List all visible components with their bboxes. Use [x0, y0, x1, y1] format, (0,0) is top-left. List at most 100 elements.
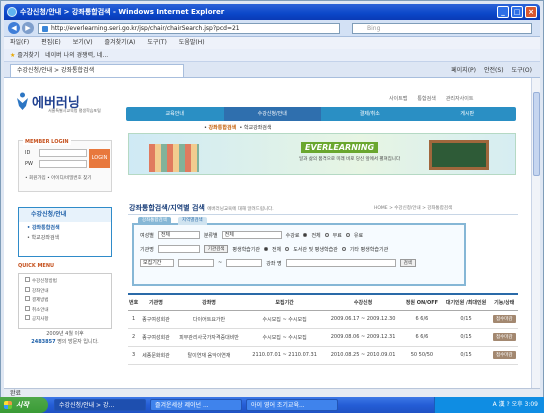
admin-link[interactable]: 관리자사이트	[446, 95, 474, 102]
title-bar: 수강신청/안내 > 강좌통합검색 - Windows Internet Expl…	[4, 4, 540, 20]
col-capacity: 정원 ON/OFF	[402, 293, 442, 311]
side-item-integrated-search[interactable]: • 강좌통합검색	[27, 224, 60, 231]
password-field[interactable]	[39, 160, 87, 168]
type-radio-all[interactable]	[263, 247, 268, 251]
vertical-scrollbar[interactable]	[531, 78, 540, 388]
close-button[interactable]: ×	[525, 6, 537, 18]
total-search-link[interactable]: 통합검색	[417, 95, 435, 102]
table-row[interactable]: 3 세종문화회관 탈이연재 음악이연재 2110.07.01 ~ 2110.07…	[128, 346, 518, 365]
quick-item[interactable]: 공지사항	[25, 315, 105, 325]
course-link[interactable]: 탈이연재 음악이연재	[172, 346, 246, 365]
star-icon: ★	[10, 52, 16, 59]
menu-bar: 파일(F) 편집(E) 보기(V) 즐겨찾기(A) 도구(T) 도움말(H)	[4, 37, 540, 49]
login-box: MEMBER LOGIN ID PW LOGIN • 회원가입 • 아이디/비밀…	[18, 139, 112, 192]
end-date-input[interactable]	[226, 259, 263, 267]
taskbar-item-ie[interactable]: 수강신청/안내 > 강...	[54, 399, 146, 411]
fee-radio-paid[interactable]	[345, 233, 350, 237]
tab-bar: 수강신청/안내 > 강좌통합검색 페이지(P) 안전(S) 도구(O)	[4, 62, 540, 78]
sitemap-link[interactable]: 사이트맵	[389, 95, 407, 102]
favorites-bar: ★ 즐겨찾기 네이버 나의 경쟁력, 네...	[4, 49, 540, 62]
subnav-school-search[interactable]: 학교강좌검색	[244, 125, 272, 131]
tools-menu[interactable]: 도구(O)	[512, 65, 532, 74]
col-org: 기관명	[139, 293, 173, 311]
books-illustration	[149, 144, 199, 172]
start-button[interactable]: 시작	[0, 397, 48, 413]
course-link[interactable]: 다이어트요가반	[172, 310, 246, 329]
type-radio-other[interactable]	[341, 247, 346, 251]
window-title: 수강신청/안내 > 강좌통합검색 - Windows Internet Expl…	[20, 8, 225, 16]
search-button[interactable]: 검색	[399, 259, 416, 267]
col-course: 강좌명	[172, 293, 246, 311]
forward-button[interactable]: ▶	[22, 22, 34, 34]
blackboard-illustration	[429, 140, 489, 170]
nav-education[interactable]: 교육안내	[126, 107, 224, 121]
menu-help[interactable]: 도움말(H)	[179, 37, 205, 49]
side-item-school-search[interactable]: • 학교강좌검색	[27, 234, 59, 241]
page-menu[interactable]: 페이지(P)	[451, 65, 476, 74]
quick-menu-heading: QUICK MENU	[18, 263, 55, 269]
banner-title: EVERLEARNING	[301, 142, 379, 153]
taskbar-item-3[interactable]: 아이 영어 조기교육...	[246, 399, 338, 411]
course-table: 번호 기관명 강좌명 모집기간 수강신청 정원 ON/OFF 대기인원 /최대인…	[128, 293, 518, 365]
course-name-label: 강좌 명	[266, 260, 282, 267]
menu-favorites[interactable]: 즐겨찾기(A)	[105, 37, 136, 49]
ie-icon	[7, 7, 17, 17]
member-links[interactable]: • 회원가입 • 아이디/비밀번호 찾기	[25, 175, 91, 181]
org-search-button[interactable]: 기관검색	[203, 245, 229, 253]
fee-radio-all[interactable]	[303, 233, 308, 237]
address-input[interactable]: http://everlearning.seri.go.kr/jsp/chair…	[38, 23, 340, 34]
favorite-link[interactable]: 네이버 나의 경쟁력, 네...	[45, 52, 108, 59]
logo-figure-icon	[17, 92, 28, 110]
period-select[interactable]: 모집기간	[140, 259, 174, 267]
course-name-input[interactable]	[285, 259, 396, 267]
field-label: 분류별	[203, 232, 218, 239]
favorites-button[interactable]: 즐겨찾기	[17, 52, 39, 59]
quick-item[interactable]: 결제방법	[25, 296, 105, 306]
col-enroll: 수강신청	[323, 293, 403, 311]
menu-file[interactable]: 파일(F)	[10, 37, 29, 49]
field-select[interactable]: 전체	[221, 231, 282, 239]
safety-menu[interactable]: 안전(S)	[484, 65, 504, 74]
fee-radio-free[interactable]	[324, 233, 329, 237]
table-row[interactable]: 1 종구여성회관 다이어트요가반 수시모집 ~ 수시모집 2009.06.17 …	[128, 310, 518, 329]
visitor-count: 2483857	[31, 339, 56, 345]
address-bar-row: ◀ ▶ http://everlearning.seri.go.kr/jsp/c…	[4, 20, 540, 37]
id-field[interactable]	[39, 149, 87, 157]
breadcrumb: HOME > 수강신청/안내 > 강좌통합검색	[374, 206, 453, 211]
browser-tab[interactable]: 수강신청/안내 > 강좌통합검색	[10, 64, 184, 77]
course-link[interactable]: 피부관리사국가자격증대비반	[172, 328, 246, 347]
menu-edit[interactable]: 편집(E)	[41, 37, 61, 49]
browser-window: 수강신청/안내 > 강좌통합검색 - Windows Internet Expl…	[0, 0, 544, 413]
quick-item[interactable]: 강좌안내	[25, 287, 105, 297]
menu-tools[interactable]: 도구(T)	[147, 37, 166, 49]
scrollbar-thumb[interactable]	[533, 92, 540, 176]
type-radio-library[interactable]	[285, 247, 290, 251]
status-badge[interactable]: 접수마감	[493, 315, 516, 323]
table-row[interactable]: 2 종구여성회관 피부관리사국가자격증대비반 수시모집 ~ 수시모집 2009.…	[128, 328, 518, 347]
quick-item[interactable]: 수강신청방법	[25, 277, 105, 287]
tab-region-search[interactable]: 지역별검색	[178, 217, 207, 225]
status-badge[interactable]: 접수마감	[493, 351, 516, 359]
logo-subtitle: 서울특별시교육청 평생학습포털	[48, 108, 101, 113]
nav-payment[interactable]: 결제/취소	[321, 107, 419, 121]
status-badge[interactable]: 접수마감	[493, 333, 516, 341]
start-date-input[interactable]	[178, 259, 214, 267]
maximize-button[interactable]: □	[511, 6, 523, 18]
org-input[interactable]	[157, 245, 200, 253]
col-period: 모집기간	[245, 293, 324, 311]
back-button[interactable]: ◀	[8, 22, 20, 34]
quick-item[interactable]: 취소안내	[25, 306, 105, 316]
agency-select[interactable]: 전체	[157, 231, 200, 239]
taskbar-item-2[interactable]: 즐겨운세상 제이넌 ...	[150, 399, 242, 411]
subnav-integrated-search[interactable]: 강좌통합검색	[209, 125, 237, 131]
search-input[interactable]: Bing	[352, 23, 532, 34]
fee-label: 수강료	[285, 232, 300, 239]
minimize-button[interactable]: _	[497, 6, 509, 18]
tab-integrated-search[interactable]: 강좌통합검색	[138, 217, 171, 225]
visitor-counter: 2009년 4월 이후 2483857 명의 방문자 입니다.	[31, 331, 99, 345]
nav-board[interactable]: 게시판	[419, 107, 517, 121]
top-links: 사이트맵 통합검색 관리자사이트	[389, 95, 473, 102]
menu-view[interactable]: 보기(V)	[73, 37, 93, 49]
nav-enroll[interactable]: 수강신청/안내	[223, 107, 321, 121]
login-button[interactable]: LOGIN	[89, 149, 110, 168]
